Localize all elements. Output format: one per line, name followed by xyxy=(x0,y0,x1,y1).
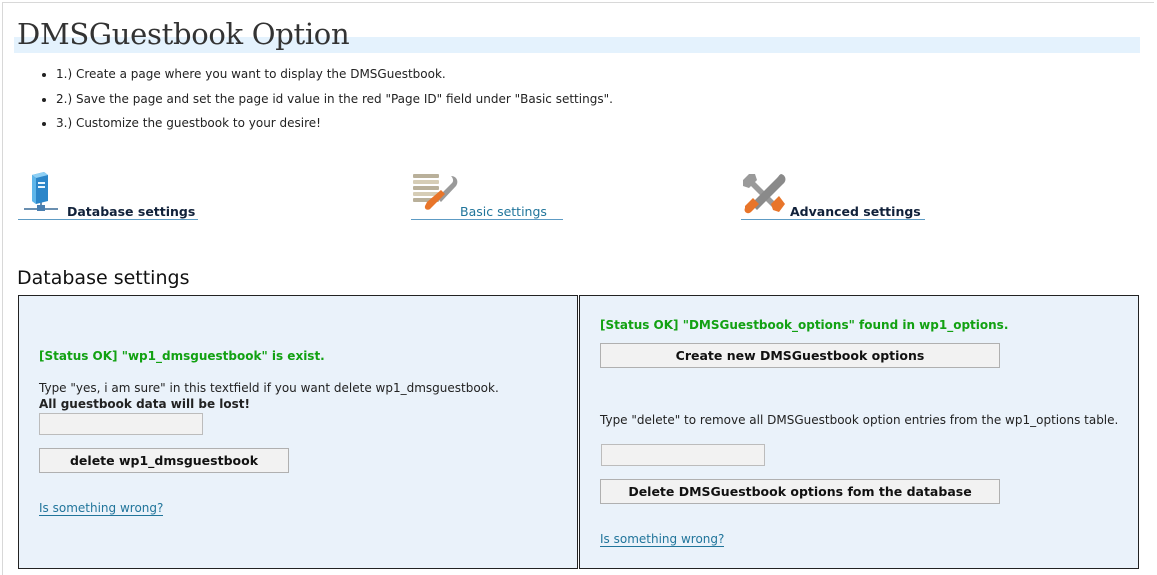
status-badge: [Status OK] "DMSGuestbook_options" found… xyxy=(600,318,1009,332)
guestbook-table-panel: [Status OK] "wp1_dmsguestbook" is exist.… xyxy=(18,295,578,569)
nav-basic-settings[interactable]: Basic settings xyxy=(411,172,563,220)
nav-database-settings[interactable]: Database settings xyxy=(18,172,198,220)
section-title: Database settings xyxy=(17,267,190,289)
screwdriver-wrench-icon xyxy=(741,172,787,219)
instruction-step-2: 2.) Save the page and set the page id va… xyxy=(56,87,1056,112)
nav-database-settings-label[interactable]: Database settings xyxy=(67,204,195,219)
database-server-icon xyxy=(18,172,64,219)
delete-table-instruction: Type "yes, i am sure" in this textfield … xyxy=(39,381,499,395)
instruction-list: 1.) Create a page where you want to disp… xyxy=(40,62,1056,136)
nav-underline xyxy=(18,219,198,220)
settings-list-wrench-icon xyxy=(411,172,461,219)
instruction-step-3: 3.) Customize the guestbook to your desi… xyxy=(56,111,1056,136)
nav-underline xyxy=(741,219,925,220)
nav-advanced-settings[interactable]: Advanced settings xyxy=(741,172,925,220)
status-badge: [Status OK] "wp1_dmsguestbook" is exist. xyxy=(39,349,325,363)
instruction-step-1: 1.) Create a page where you want to disp… xyxy=(56,62,1056,87)
nav-advanced-settings-label[interactable]: Advanced settings xyxy=(790,204,921,219)
delete-table-button[interactable]: delete wp1_dmsguestbook xyxy=(39,448,289,473)
confirm-delete-input[interactable] xyxy=(39,413,203,435)
help-link[interactable]: Is something wrong? xyxy=(39,501,164,516)
guestbook-options-panel: [Status OK] "DMSGuestbook_options" found… xyxy=(579,295,1139,569)
data-loss-warning: All guestbook data will be lost! xyxy=(39,397,250,411)
nav-underline xyxy=(411,219,563,220)
delete-options-instruction: Type "delete" to remove all DMSGuestbook… xyxy=(600,413,1119,427)
nav-basic-settings-label[interactable]: Basic settings xyxy=(460,204,547,219)
delete-options-button[interactable]: Delete DMSGuestbook options fom the data… xyxy=(600,479,1000,504)
help-link[interactable]: Is something wrong? xyxy=(600,532,725,547)
page-title: DMSGuestbook Option xyxy=(17,17,350,51)
create-options-button[interactable]: Create new DMSGuestbook options xyxy=(600,343,1000,368)
confirm-delete-options-input[interactable] xyxy=(601,444,765,466)
